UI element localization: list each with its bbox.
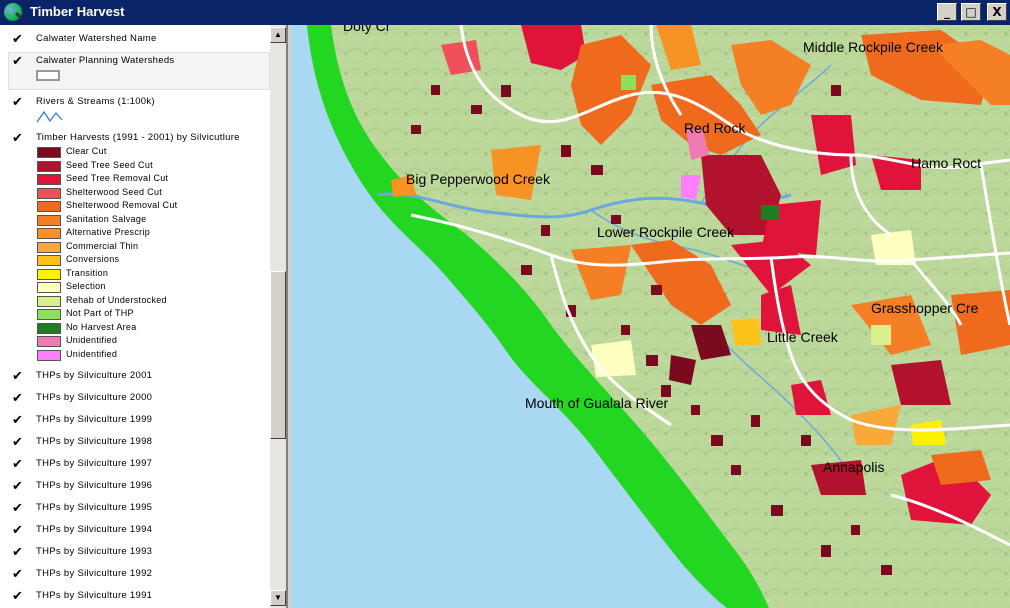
place-label: Little Creek [767, 329, 839, 345]
legend-swatch [37, 241, 61, 253]
checkbox-checked-icon[interactable]: ✔ [12, 480, 26, 494]
layer-label: THPs by Silviculture 2001 [36, 370, 153, 381]
toc-scrollbar[interactable]: ▲ ▼ [270, 25, 286, 608]
place-label: Grasshopper Cre [871, 300, 979, 316]
legend-label: Sanitation Salvage [66, 213, 147, 224]
legend-label: Rehab of Understocked [66, 294, 167, 305]
legend-label: Shelterwood Removal Cut [66, 200, 178, 210]
place-label: Annapolis [823, 459, 885, 475]
layer-label: THPs by Silviculture 1992 [36, 568, 153, 579]
legend-label: Alternative Prescrip [66, 227, 151, 237]
legend-swatch [37, 187, 61, 199]
table-of-contents: ✔ Calwater Watershed Name ✔ Calwater Pla… [0, 25, 288, 608]
map-view[interactable]: Doty Cr Middle Rockpile Creek Red Rock H… [291, 25, 1010, 608]
timber-harvest-window: Timber Harvest _ □ X ✔ Calwater Watershe… [0, 0, 1010, 608]
legend-swatch [37, 201, 61, 212]
place-label: Big Pepperwood Creek [406, 171, 551, 187]
legend-label: Selection [66, 281, 106, 291]
window-title: Timber Harvest [30, 4, 125, 19]
layer-label: THPs by Silviculture 1997 [36, 458, 153, 469]
layer-label: THPs by Silviculture 2000 [36, 392, 153, 403]
legend-swatch [37, 282, 61, 293]
close-button[interactable]: X [987, 3, 1007, 21]
legend-swatch [37, 160, 61, 172]
legend-swatch [37, 309, 61, 320]
checkbox-checked-icon[interactable]: ✔ [12, 96, 26, 110]
legend-label: Clear Cut [66, 146, 107, 156]
checkbox-checked-icon[interactable]: ✔ [12, 132, 26, 146]
legend-swatch [37, 322, 61, 334]
place-label: Doty Cr [343, 25, 391, 34]
globe-magnifier-icon [4, 3, 22, 21]
layer-label: THPs by Silviculture 1993 [36, 546, 153, 557]
place-label: Middle Rockpile Creek [803, 39, 944, 55]
checkbox-checked-icon[interactable]: ✔ [12, 524, 26, 538]
legend-swatch [37, 255, 61, 266]
checkbox-checked-icon[interactable]: ✔ [12, 436, 26, 450]
legend-swatch [37, 268, 61, 280]
layer-label: THPs by Silviculture 1998 [36, 436, 153, 447]
checkbox-checked-icon[interactable]: ✔ [12, 458, 26, 472]
map-canvas[interactable]: Doty Cr Middle Rockpile Creek Red Rock H… [291, 25, 1010, 608]
layer-label: THPs by Silviculture 1996 [36, 480, 153, 491]
minimize-button[interactable]: _ [937, 3, 957, 21]
legend-label: Shelterwood Seed Cut [66, 186, 163, 197]
legend-label: Unidentified [66, 335, 118, 345]
layer-label: THPs by Silviculture 1999 [36, 414, 153, 425]
legend-swatch [37, 295, 61, 307]
layer-label: THPs by Silviculture 1991 [36, 590, 153, 601]
checkbox-checked-icon[interactable]: ✔ [12, 33, 26, 47]
checkbox-checked-icon[interactable]: ✔ [12, 590, 26, 604]
checkbox-checked-icon[interactable]: ✔ [12, 502, 26, 516]
legend-label: Seed Tree Seed Cut [66, 159, 153, 170]
maximize-button[interactable]: □ [961, 3, 981, 21]
legend-swatch [37, 349, 61, 361]
legend-label: Conversions [66, 254, 120, 264]
watershed-outline-swatch [36, 70, 60, 81]
checkbox-checked-icon[interactable]: ✔ [12, 55, 26, 69]
legend-label: Not Part of THP [66, 308, 134, 318]
checkbox-checked-icon[interactable]: ✔ [12, 414, 26, 428]
layer-label: THPs by Silviculture 1995 [36, 502, 153, 513]
legend-swatch [37, 336, 61, 347]
legend-label: Seed Tree Removal Cut [66, 173, 169, 183]
legend-swatch [37, 228, 61, 239]
scroll-down-arrow-icon[interactable]: ▼ [270, 590, 286, 606]
place-label: Mouth of Gualala River [525, 395, 669, 411]
place-label: Red Rock [684, 120, 746, 136]
layer-label: THPs by Silviculture 1994 [36, 524, 153, 535]
scroll-thumb[interactable] [270, 271, 286, 439]
checkbox-checked-icon[interactable]: ✔ [12, 568, 26, 582]
title-bar: Timber Harvest _ □ X [0, 0, 1010, 25]
legend-label: Commercial Thin [66, 240, 139, 251]
checkbox-checked-icon[interactable]: ✔ [12, 370, 26, 384]
stream-line-swatch [36, 110, 63, 123]
checkbox-checked-icon[interactable]: ✔ [12, 392, 26, 406]
legend-swatch [37, 174, 61, 185]
legend-swatch [37, 214, 61, 226]
legend-label: Transition [66, 267, 109, 278]
checkbox-checked-icon[interactable]: ✔ [12, 546, 26, 560]
legend-label: No Harvest Area [66, 321, 137, 332]
scroll-up-arrow-icon[interactable]: ▲ [270, 27, 286, 43]
legend-label: Unidentified [66, 348, 118, 359]
place-label: Hamo Roct [911, 155, 981, 171]
legend-swatch [37, 147, 61, 158]
place-label: Lower Rockpile Creek [597, 224, 735, 240]
